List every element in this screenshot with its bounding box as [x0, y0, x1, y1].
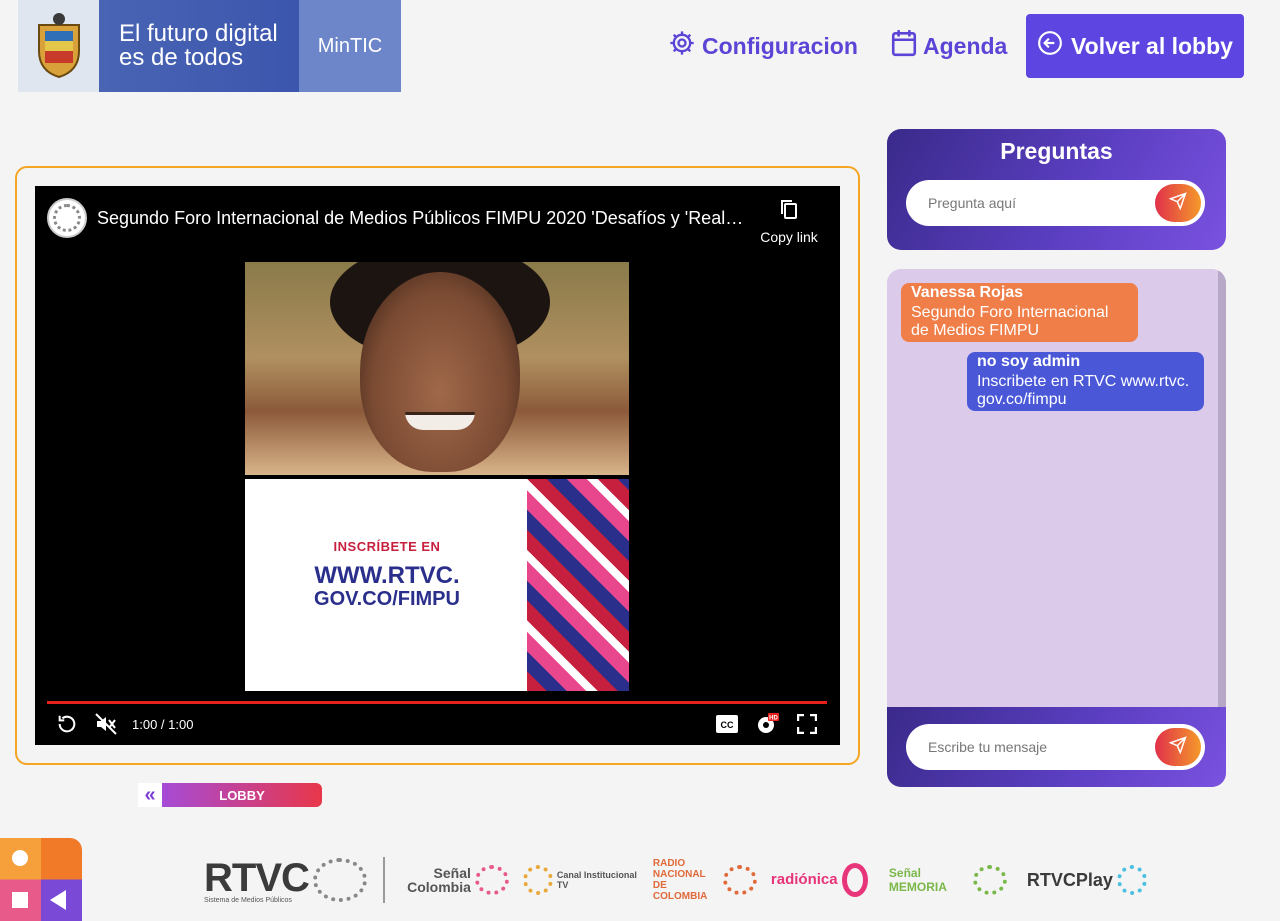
channel-avatar[interactable]	[47, 198, 87, 238]
send-icon	[1168, 735, 1187, 759]
rtvc-swirl-icon	[312, 858, 367, 902]
video-frame-promo: INSCRÍBETE EN WWW.RTVC. GOV.CO/FIMPU	[245, 479, 629, 691]
partner-logos: RTVC Sistema de Medios Públicos Señal Co…	[204, 850, 1184, 910]
nav-agenda[interactable]: Agenda	[891, 28, 1007, 64]
chat-message-input[interactable]	[906, 739, 1146, 755]
back-to-lobby-button[interactable]: Volver al lobby	[1026, 14, 1244, 78]
video-container: Segundo Foro Internacional de Medios Púb…	[15, 166, 860, 765]
video-title[interactable]: Segundo Foro Internacional de Medios Púb…	[97, 208, 747, 229]
radio-nacional-logo: RADIO NACIONAL DE COLOMBIA	[653, 858, 763, 902]
chat-message-author: no soy admin	[977, 353, 1081, 370]
chat-input-wrapper	[906, 724, 1205, 770]
chat-message-text: Inscribete en RTVC www.rtvc. gov.co/fimp…	[977, 373, 1190, 408]
promo-heading: INSCRÍBETE EN	[333, 539, 441, 554]
rtvc-logo: RTVC Sistema de Medios Públicos	[204, 856, 367, 904]
chat-message-author: Vanessa Rojas	[911, 284, 1024, 301]
nav-agenda-label: Agenda	[923, 32, 1008, 59]
senal-memoria-logo: Señal MEMORIA	[889, 865, 1019, 895]
chat-panel: Vanessa Rojas Segundo Foro Internacional…	[887, 269, 1226, 787]
nav-configuracion[interactable]: Configuracion	[668, 28, 858, 64]
send-icon	[1168, 191, 1187, 215]
promo-url-line-1: WWW.RTVC.	[314, 562, 460, 589]
svg-text:HD: HD	[769, 716, 778, 722]
logo-divider	[382, 857, 385, 903]
lobby-mini-button[interactable]: « LOBBY	[138, 783, 322, 807]
nav-configuracion-label: Configuracion	[702, 32, 858, 59]
radionica-logo: radiónica	[771, 863, 881, 897]
questions-title: Preguntas	[1000, 138, 1113, 164]
senal-colombia-logo: Señal Colombia	[401, 865, 511, 895]
chat-scrollbar[interactable]	[1218, 269, 1226, 707]
tagline-line-1: El futuro digital	[119, 20, 278, 47]
mute-icon[interactable]	[94, 712, 118, 736]
video-progress-bar[interactable]	[47, 701, 827, 704]
brand-tagline: El futuro digital es de todos	[99, 0, 299, 92]
tagline-line-2: es de todos	[119, 44, 244, 71]
promo-pattern	[527, 479, 629, 691]
copy-link-label: Copy link	[760, 229, 818, 245]
gear-icon	[668, 29, 696, 63]
video-time: 1:00 / 1:00	[132, 717, 194, 732]
calendar-icon	[891, 29, 917, 63]
youtube-player[interactable]: Segundo Foro Internacional de Medios Púb…	[35, 186, 840, 745]
brand-banner: El futuro digital es de todos MinTIC	[18, 0, 401, 92]
send-question-button[interactable]	[1155, 184, 1201, 222]
corner-decoration	[0, 838, 82, 921]
rtvc-logo-text: RTVC	[204, 856, 310, 900]
back-to-lobby-label: Volver al lobby	[1071, 32, 1233, 59]
chat-message-text: Segundo Foro Internacional de Medios FIM…	[911, 304, 1109, 339]
canal-institucional-logo: Canal Institucional TV	[522, 865, 645, 895]
replay-icon[interactable]	[55, 712, 79, 736]
video-frame-speaker	[245, 262, 629, 475]
copy-link-button[interactable]: Copy link	[757, 198, 821, 245]
lobby-mini-label: LOBBY	[162, 783, 322, 807]
chat-message: no soy admin Inscribete en RTVC www.rtvc…	[967, 352, 1204, 411]
rtvc-play-logo: RTVCPlay	[1027, 865, 1177, 895]
captions-icon[interactable]: CC	[715, 712, 739, 736]
chat-input-bar	[887, 707, 1226, 787]
copy-icon	[779, 200, 799, 223]
questions-panel: Preguntas	[887, 129, 1226, 250]
double-chevron-left-icon: «	[138, 783, 162, 807]
send-message-button[interactable]	[1155, 728, 1201, 766]
promo-url-line-2: GOV.CO/FIMPU	[314, 588, 460, 610]
arrow-left-circle-icon	[1037, 30, 1063, 62]
svg-text:CC: CC	[721, 720, 734, 730]
question-input-wrapper	[906, 180, 1205, 226]
mintic-logo: MinTIC	[299, 0, 401, 92]
settings-hd-icon[interactable]: HD	[755, 712, 779, 736]
chat-message: Vanessa Rojas Segundo Foro Internacional…	[901, 283, 1138, 342]
fullscreen-icon[interactable]	[795, 712, 819, 736]
colombia-seal-logo	[18, 0, 99, 92]
question-input[interactable]	[906, 195, 1146, 211]
